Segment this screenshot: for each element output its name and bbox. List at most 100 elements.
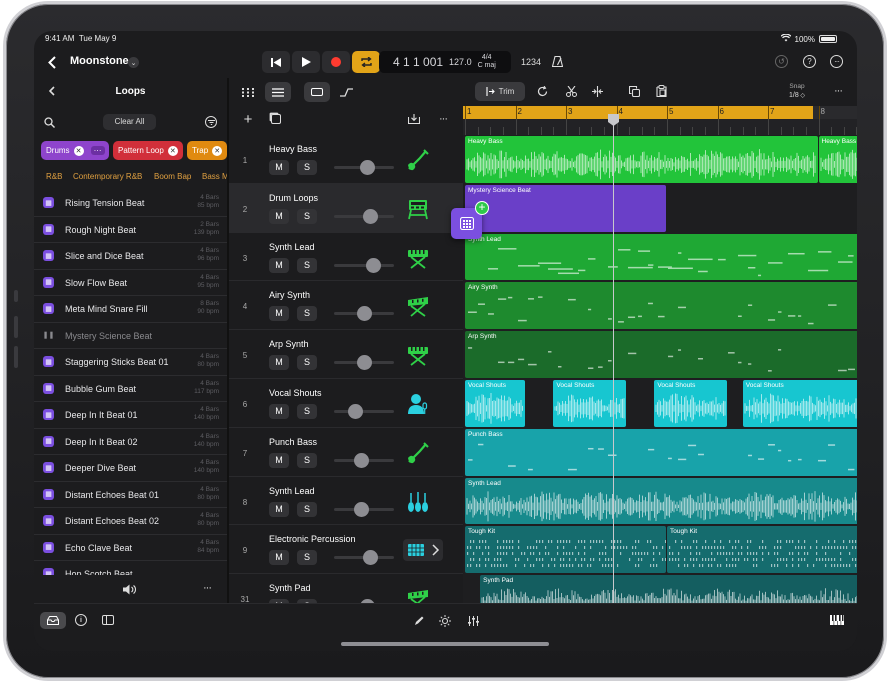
region-view-icon[interactable] — [304, 82, 330, 102]
loop-list-item[interactable]: ▦ Staggering Sticks Beat 01 4 Bars 80 bpm — [34, 349, 227, 376]
vocalist-icon[interactable] — [404, 391, 432, 417]
genre-tag[interactable]: Contemporary R&B — [73, 172, 142, 181]
bass-guitar-icon[interactable] — [404, 440, 432, 466]
solo-button[interactable]: S — [297, 160, 317, 175]
track-header-row[interactable]: 9 Electronic Percussion M S — [229, 525, 463, 575]
volume-slider[interactable] — [334, 263, 394, 267]
loop-list-item[interactable]: ▦ Slice and Dice Beat 4 Bars 96 bpm — [34, 243, 227, 270]
region-audio[interactable]: Heavy Bass — [818, 136, 857, 183]
mixer-icon[interactable] — [466, 614, 480, 627]
search-icon[interactable] — [43, 116, 56, 129]
pencil-icon[interactable] — [412, 614, 426, 627]
loop-list-item[interactable]: ▦ Distant Echoes Beat 01 4 Bars 80 bpm — [34, 482, 227, 508]
loop-list-item[interactable]: ▦ Rough Night Beat 2 Bars 139 bpm — [34, 217, 227, 243]
track-name[interactable]: Arp Synth — [269, 339, 309, 349]
help-icon[interactable]: ? — [803, 55, 816, 68]
filter-chip-pattern-loop[interactable]: Pattern Loop ✕ — [113, 141, 183, 160]
mute-button[interactable]: M — [269, 306, 289, 322]
loop-list-item[interactable]: ▦ Deeper Dive Beat 4 Bars 140 bpm — [34, 455, 227, 482]
synth-icon[interactable] — [404, 293, 432, 319]
mute-button[interactable]: M — [269, 160, 289, 175]
solo-button[interactable]: S — [297, 550, 317, 566]
paste-icon[interactable] — [654, 84, 668, 98]
grid-view-icon[interactable] — [235, 82, 261, 102]
track-header-row[interactable]: 1 Heavy Bass M S — [229, 135, 463, 184]
playhead-handle-icon[interactable] — [608, 114, 619, 126]
filter-chip-drums[interactable]: Drums ✕ ··· — [41, 141, 109, 160]
home-indicator[interactable] — [341, 642, 549, 646]
project-title[interactable]: Moonstone — [70, 55, 129, 67]
back-chevron-icon[interactable] — [44, 52, 60, 72]
track-header-row[interactable]: 31Synth PadMS — [229, 574, 463, 603]
metronome-icon[interactable] — [550, 54, 564, 68]
drum-machine-icon[interactable] — [404, 196, 432, 222]
loop-list-item[interactable]: ▦ Slow Flow Beat 4 Bars 95 bpm — [34, 270, 227, 296]
track-options-icon[interactable]: ··· — [435, 112, 451, 126]
drum-pad-icon[interactable] — [402, 537, 444, 563]
brightness-icon[interactable] — [438, 614, 452, 627]
track-header-row[interactable]: 3 Synth Lead M S — [229, 233, 463, 282]
go-to-start-button[interactable] — [262, 51, 290, 73]
volume-knob[interactable] — [348, 404, 363, 419]
mute-button[interactable]: M — [269, 257, 289, 273]
loop-region-icon[interactable] — [535, 84, 549, 98]
solo-button[interactable]: S — [297, 452, 317, 468]
loop-list-item[interactable]: ▦ Hop Scotch Beat — [34, 561, 227, 575]
sidebar-icon[interactable] — [102, 615, 114, 625]
genre-tag[interactable]: Boom Bap — [154, 172, 191, 181]
remove-filter-icon[interactable]: ✕ — [73, 145, 84, 156]
solo-button[interactable]: S — [297, 306, 317, 322]
loop-list-item[interactable]: ▦ Distant Echoes Beat 02 4 Bars 80 bpm — [34, 508, 227, 535]
clear-all-button[interactable]: Clear All — [103, 114, 156, 130]
mute-button[interactable]: M — [269, 208, 289, 224]
track-name[interactable]: Synth Lead — [269, 486, 315, 496]
loop-list-item[interactable]: ▦ Meta Mind Snare Fill 8 Bars 90 bpm — [34, 296, 227, 323]
record-button[interactable] — [322, 51, 350, 73]
more-options-icon[interactable]: ··· — [830, 55, 843, 68]
region-audio[interactable]: Vocal Shouts — [654, 380, 727, 427]
project-menu-chevron-icon[interactable]: ⌄ — [128, 57, 139, 68]
track-header-row[interactable]: 2 Drum Loops M S — [229, 183, 463, 233]
solo-button[interactable]: S — [297, 208, 317, 224]
undo-icon[interactable]: ↺ — [775, 55, 788, 68]
chip-more-icon[interactable]: ··· — [90, 146, 105, 155]
count-in-button[interactable]: 1234 — [521, 57, 541, 67]
filter-icon[interactable] — [205, 116, 217, 128]
remove-filter-icon[interactable]: ✕ — [167, 145, 178, 156]
filter-chip-trap[interactable]: Trap ✕ — [187, 141, 227, 160]
volume-knob[interactable] — [357, 355, 372, 371]
track-name[interactable]: Punch Bass — [269, 437, 317, 447]
snap-setting[interactable]: Snap 1/8 ◇ — [789, 82, 805, 101]
volume-slider[interactable] — [334, 410, 394, 413]
region-audio[interactable]: Vocal Shouts — [742, 380, 857, 427]
solo-button[interactable]: S — [297, 501, 317, 517]
timeline-more-icon[interactable]: ··· — [831, 84, 845, 98]
solo-button[interactable]: S — [297, 404, 317, 419]
browser-icon[interactable] — [40, 612, 66, 629]
trim-tool-button[interactable]: Trim — [475, 82, 525, 101]
region-midi[interactable]: Airy Synth — [465, 282, 857, 330]
volume-knob[interactable] — [366, 257, 381, 273]
volume-knob[interactable] — [363, 550, 378, 566]
solo-button[interactable]: S — [297, 257, 317, 273]
track-name[interactable]: Vocal Shouts — [269, 388, 322, 398]
loop-list-item[interactable]: ▦ Deep In It Beat 01 4 Bars 140 bpm — [34, 402, 227, 429]
mute-button[interactable]: M — [269, 501, 289, 517]
volume-knob[interactable] — [363, 208, 378, 224]
duplicate-track-icon[interactable] — [269, 112, 283, 126]
loop-list-item[interactable]: ▦ Echo Clave Beat 4 Bars 84 bpm — [34, 535, 227, 561]
track-name[interactable]: Airy Synth — [269, 290, 310, 300]
copy-icon[interactable] — [627, 84, 641, 98]
genre-tag[interactable]: Bass M — [202, 172, 227, 181]
region-pattern[interactable]: Mystery Science Beat — [465, 184, 666, 232]
region-audio[interactable]: Synth Lead — [465, 477, 857, 525]
scissors-icon[interactable] — [564, 84, 578, 98]
track-header-row[interactable]: 7 Punch Bass M S — [229, 428, 463, 477]
remove-filter-icon[interactable]: ✕ — [212, 145, 223, 156]
volume-knob[interactable] — [357, 306, 372, 322]
lcd-display[interactable]: 4 1 1 001 127.0 4/4 C maj — [379, 51, 511, 73]
strings-icon[interactable] — [404, 489, 432, 515]
info-icon[interactable]: i — [75, 614, 87, 626]
track-name[interactable]: Synth Pad — [269, 583, 311, 593]
mute-button[interactable]: M — [269, 550, 289, 566]
